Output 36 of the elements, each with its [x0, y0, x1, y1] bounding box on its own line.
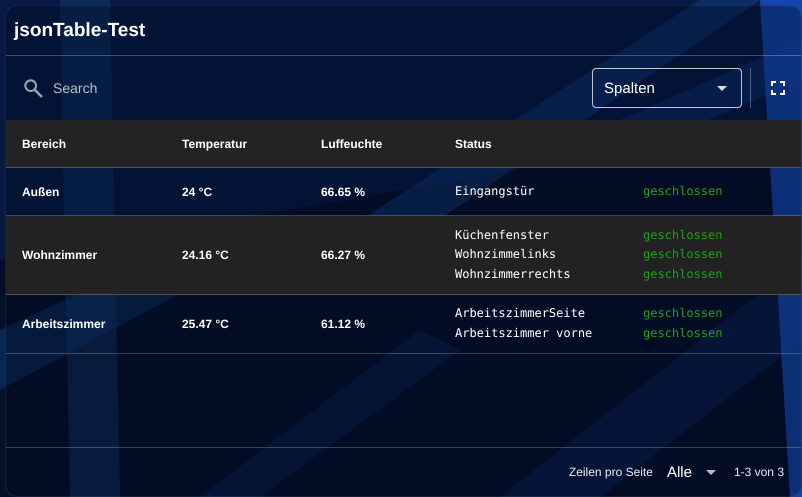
table-cell-text: Wohnzimmer	[21, 248, 98, 262]
device-state: geschlossen	[643, 228, 722, 242]
columns-select[interactable]: Spalten	[592, 68, 742, 108]
device-name: Arbeitszimmer vorne	[455, 326, 594, 340]
table-cell-text: Arbeitszimmer	[21, 316, 106, 330]
page-range: 1-3 von 3	[734, 465, 784, 479]
column-header[interactable]: Temperatur	[166, 136, 305, 150]
column-header[interactable]: Luffeuchte	[305, 136, 439, 150]
caret-icon	[706, 470, 716, 474]
table-cell-text: 24.16 °C	[181, 248, 230, 262]
fullscreen-icon	[771, 81, 785, 95]
card-title: jsonTable-Test	[14, 20, 146, 42]
search-icon	[24, 78, 43, 98]
device-state: geschlossen	[643, 184, 722, 198]
table-cell-text: 25.47 °C	[181, 316, 230, 330]
table-cell-text: 24 °C	[181, 184, 214, 198]
device-name: Eingangstür	[455, 184, 536, 198]
device-name: Wohnzimmelinks	[455, 247, 558, 262]
device-state: geschlossen	[643, 326, 722, 340]
device-state: geschlossen	[643, 306, 722, 320]
column-header[interactable]: Status	[439, 136, 801, 150]
rows-per-page-select[interactable]: Alle	[666, 464, 716, 480]
device-name: ArbeitszimmerSeite	[455, 306, 586, 320]
device-name: Küchenfenster	[455, 228, 550, 242]
table-cell-text: 66.65 %	[320, 184, 366, 198]
table-row[interactable]: Wohnzimmer 24.16 °C 66.27 % Küchenfenster geschlossen Wohnzimmelinks geschlossen Wohnzimmerrechts geschlossen	[6, 216, 801, 294]
device-state: geschlossen	[643, 266, 722, 281]
device-name: Wohnzimmerrechts	[455, 266, 572, 281]
caret-icon	[717, 86, 727, 90]
table-cell-text: 61.12 %	[320, 316, 366, 330]
table-cell-text: 66.27 %	[320, 248, 366, 262]
column-header[interactable]: Bereich	[6, 136, 166, 150]
device-state: geschlossen	[643, 247, 722, 262]
rows-per-page-label: Zeilen pro Seite	[568, 465, 653, 479]
table-cell-text: Außen	[21, 184, 60, 198]
search-field[interactable]: Search	[51, 79, 255, 97]
